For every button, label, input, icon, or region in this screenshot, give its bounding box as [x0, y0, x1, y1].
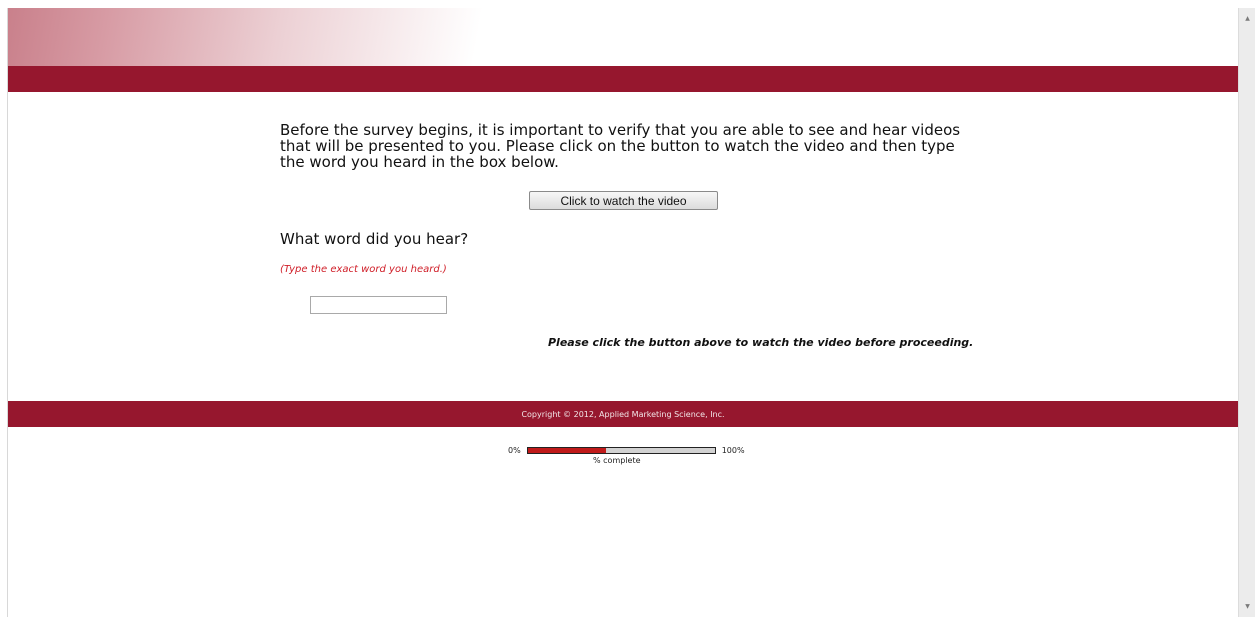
proceed-notice: Please click the button above to watch t… [548, 336, 974, 349]
header-banner [8, 8, 498, 66]
arrow-down-icon[interactable]: ▼ [1239, 598, 1255, 615]
footer-bar: Copyright © 2012, Applied Marketing Scie… [8, 401, 1238, 427]
vertical-scrollbar[interactable]: ▲ ▼ [1238, 8, 1255, 617]
header-bar [8, 66, 1238, 92]
progress-caption: % complete [593, 456, 641, 465]
copyright-text: Copyright © 2012, Applied Marketing Scie… [521, 409, 725, 419]
progress-bar [526, 446, 716, 454]
watch-video-button[interactable]: Click to watch the video [529, 191, 718, 210]
intro-text: Before the survey begins, it is importan… [280, 121, 961, 171]
question-label: What word did you hear? [280, 230, 469, 248]
question-hint: (Type the exact word you heard.) [280, 264, 447, 275]
arrow-up-icon[interactable]: ▲ [1239, 10, 1255, 27]
progress-max-label: 100% [721, 445, 745, 455]
progress-indicator: 0% 100% [508, 445, 745, 455]
progress-min-label: 0% [508, 445, 521, 455]
answer-input[interactable] [310, 296, 447, 314]
page-viewport: Before the survey begins, it is importan… [7, 8, 1238, 617]
progress-fill [527, 447, 607, 453]
